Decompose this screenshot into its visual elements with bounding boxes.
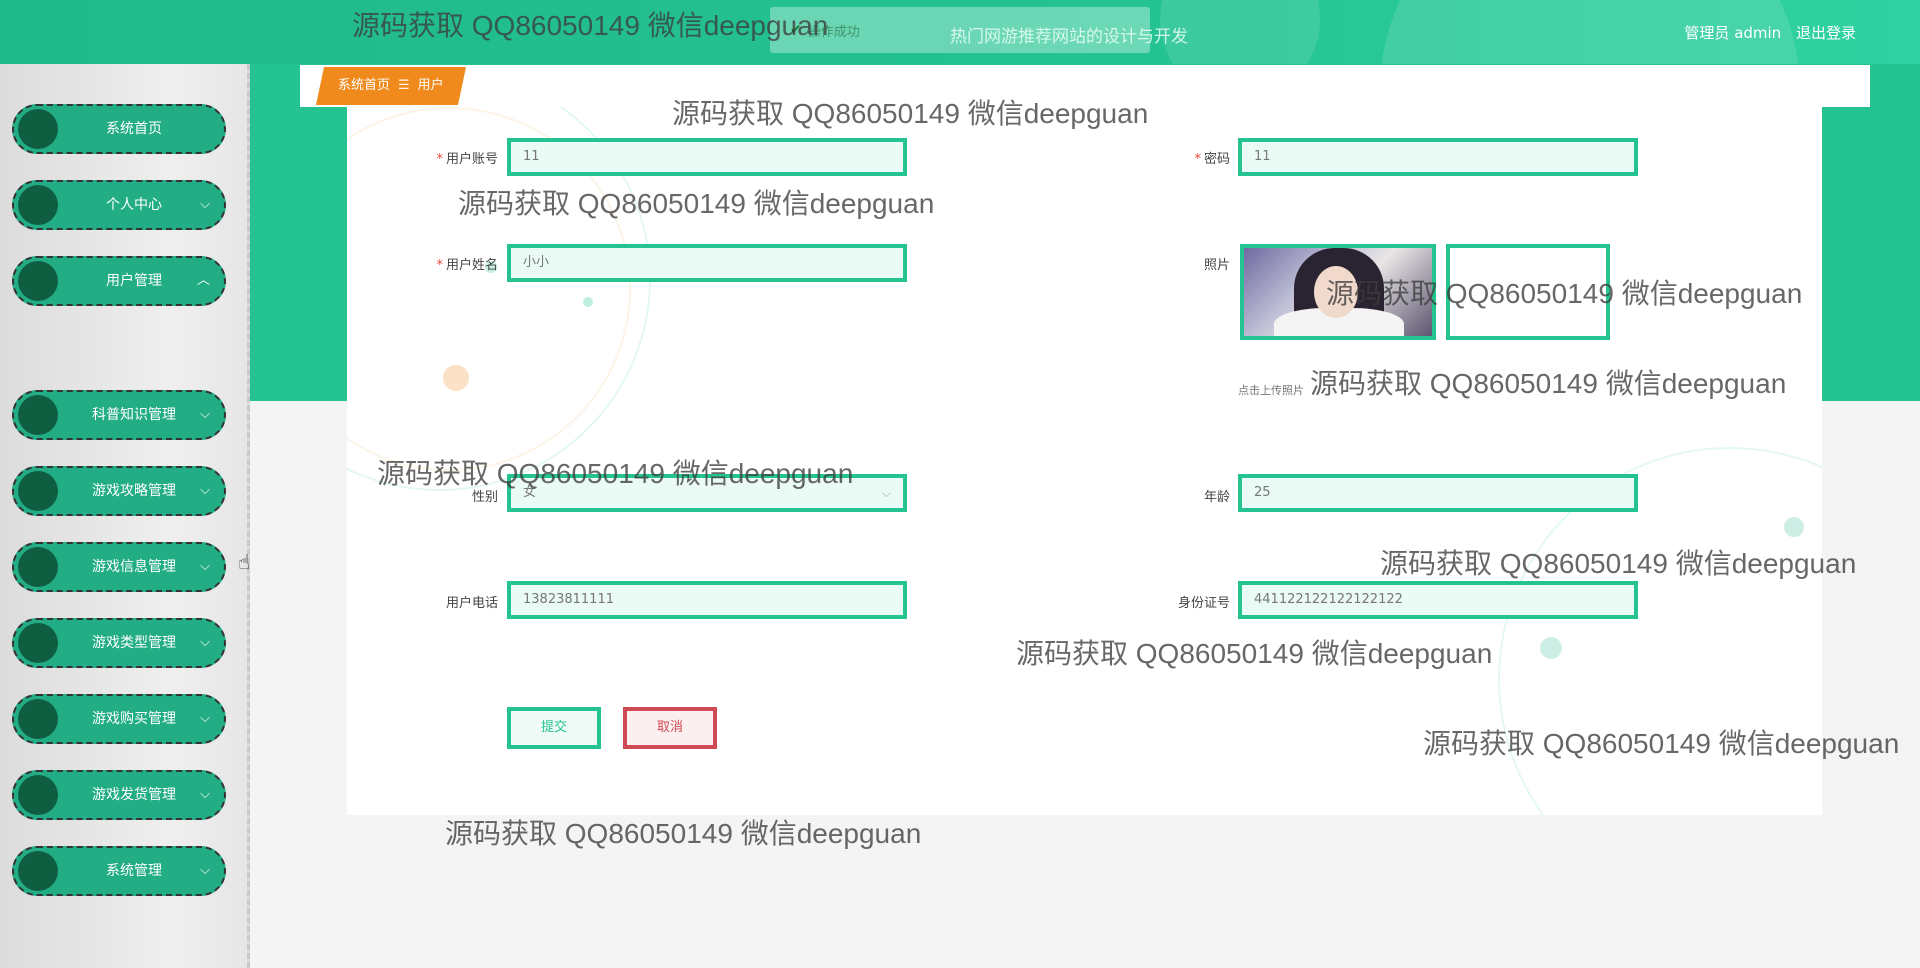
menu-dot-icon [18, 775, 58, 815]
menu-dot-icon [18, 547, 58, 587]
breadcrumb: 系统首页 ☰ 用户 [316, 67, 466, 105]
toast-message: 操作成功 [807, 24, 860, 40]
admin-label: 管理员 admin [1684, 24, 1782, 42]
chevron-down-icon: ⌵ [200, 407, 210, 422]
menu-dot-icon [18, 851, 58, 891]
breadcrumb-home[interactable]: 系统首页 [338, 78, 390, 93]
menu-dot-icon [18, 109, 58, 149]
sidebar-item-game-types[interactable]: 游戏类型管理 ⌵ [12, 618, 226, 668]
decorative-bubble [1784, 517, 1804, 537]
sidebar-item-user-management[interactable]: 用户管理 ︿ [12, 256, 226, 306]
password-label: * 密码 [1194, 152, 1230, 167]
hand-cursor-icon: ☝ [238, 550, 251, 574]
sidebar-item-label: 用户管理 [106, 273, 162, 289]
account-input[interactable]: 11 [507, 138, 907, 176]
age-label: 年龄 [1203, 490, 1230, 505]
sidebar-item-label: 游戏购买管理 [92, 711, 176, 727]
name-label: * 用户姓名 [436, 258, 498, 273]
sidebar-item-label: 游戏发货管理 [92, 787, 176, 803]
chevron-up-icon: ︿ [196, 273, 210, 288]
chevron-down-icon: ⌵ [200, 863, 210, 878]
sidebar-item-label: 系统管理 [106, 863, 162, 879]
sidebar-item-personal-center[interactable]: 个人中心 ⌵ [12, 180, 226, 230]
sidebar: 系统首页 个人中心 ⌵ 用户管理 ︿ 用户 科普知识管理 ⌵ 游戏攻略管理 ⌵ … [0, 64, 250, 968]
gender-select[interactable]: 女 ⌵ [507, 474, 907, 512]
password-input[interactable]: 11 [1238, 138, 1638, 176]
chevron-down-icon: ⌵ [200, 197, 210, 212]
age-input[interactable]: 25 [1238, 474, 1638, 512]
cancel-button[interactable]: 取消 [623, 707, 717, 749]
sidebar-item-label: 个人中心 [106, 197, 162, 213]
check-icon: ✔ [790, 22, 802, 38]
sidebar-item-label: 系统首页 [106, 121, 162, 137]
idcard-input[interactable]: 441122122122122122 [1238, 581, 1638, 619]
menu-dot-icon [18, 395, 58, 435]
menu-dot-icon [18, 261, 58, 301]
sidebar-item-system-management[interactable]: 系统管理 ⌵ [12, 846, 226, 896]
account-label: * 用户账号 [436, 152, 498, 167]
name-input[interactable]: 小小 [507, 244, 907, 282]
phone-input[interactable]: 13823811111 [507, 581, 907, 619]
gender-label: 性别 [471, 490, 498, 505]
menu-dot-icon [18, 623, 58, 663]
chevron-down-icon: ⌵ [200, 711, 210, 726]
photo-label: 照片 [1203, 258, 1230, 273]
sidebar-item-label: 游戏攻略管理 [92, 483, 176, 499]
top-header: ✔ 操作成功 热门网游推荐网站的设计与开发 管理员 admin 退出登录 [0, 0, 1920, 64]
sidebar-item-game-guides[interactable]: 游戏攻略管理 ⌵ [12, 466, 226, 516]
breadcrumb-bar [300, 65, 1870, 107]
chevron-down-icon: ⌵ [200, 635, 210, 650]
chevron-down-icon: ⌵ [200, 483, 210, 498]
menu-icon: ☰ [398, 78, 410, 93]
sidebar-item-label: 科普知识管理 [92, 407, 176, 423]
chevron-down-icon: ⌵ [200, 787, 210, 802]
menu-dot-icon [18, 699, 58, 739]
decorative-bubble [443, 365, 469, 391]
chevron-down-icon: ⌵ [881, 486, 891, 500]
photo-upload-hint[interactable]: 点击上传照片 [1238, 382, 1304, 398]
breadcrumb-current: 用户 [417, 78, 444, 93]
sidebar-item-game-purchase[interactable]: 游戏购买管理 ⌵ [12, 694, 226, 744]
sidebar-item-label: 游戏信息管理 [92, 559, 176, 575]
chevron-down-icon: ⌵ [200, 559, 210, 574]
photo-upload-box[interactable] [1446, 244, 1610, 340]
user-info: 管理员 admin 退出登录 [1674, 22, 1856, 43]
decorative-bubble [1540, 637, 1562, 659]
user-photo[interactable] [1240, 244, 1436, 340]
logout-link[interactable]: 退出登录 [1796, 24, 1856, 42]
decorative-bubble [583, 297, 593, 307]
watermark: 源码获取 QQ86050149 微信deepguan [445, 818, 922, 849]
sidebar-item-game-shipping[interactable]: 游戏发货管理 ⌵ [12, 770, 226, 820]
phone-label: 用户电话 [445, 596, 498, 611]
sidebar-item-science-knowledge[interactable]: 科普知识管理 ⌵ [12, 390, 226, 440]
site-title: 热门网游推荐网站的设计与开发 [950, 27, 1188, 47]
submit-button[interactable]: 提交 [507, 707, 601, 749]
menu-dot-icon [18, 185, 58, 225]
idcard-label: 身份证号 [1177, 596, 1230, 611]
sidebar-item-home[interactable]: 系统首页 [12, 104, 226, 154]
gender-value: 女 [523, 485, 537, 500]
sidebar-item-game-info[interactable]: 游戏信息管理 ⌵ [12, 542, 226, 592]
menu-dot-icon [18, 471, 58, 511]
sidebar-item-label: 游戏类型管理 [92, 635, 176, 651]
